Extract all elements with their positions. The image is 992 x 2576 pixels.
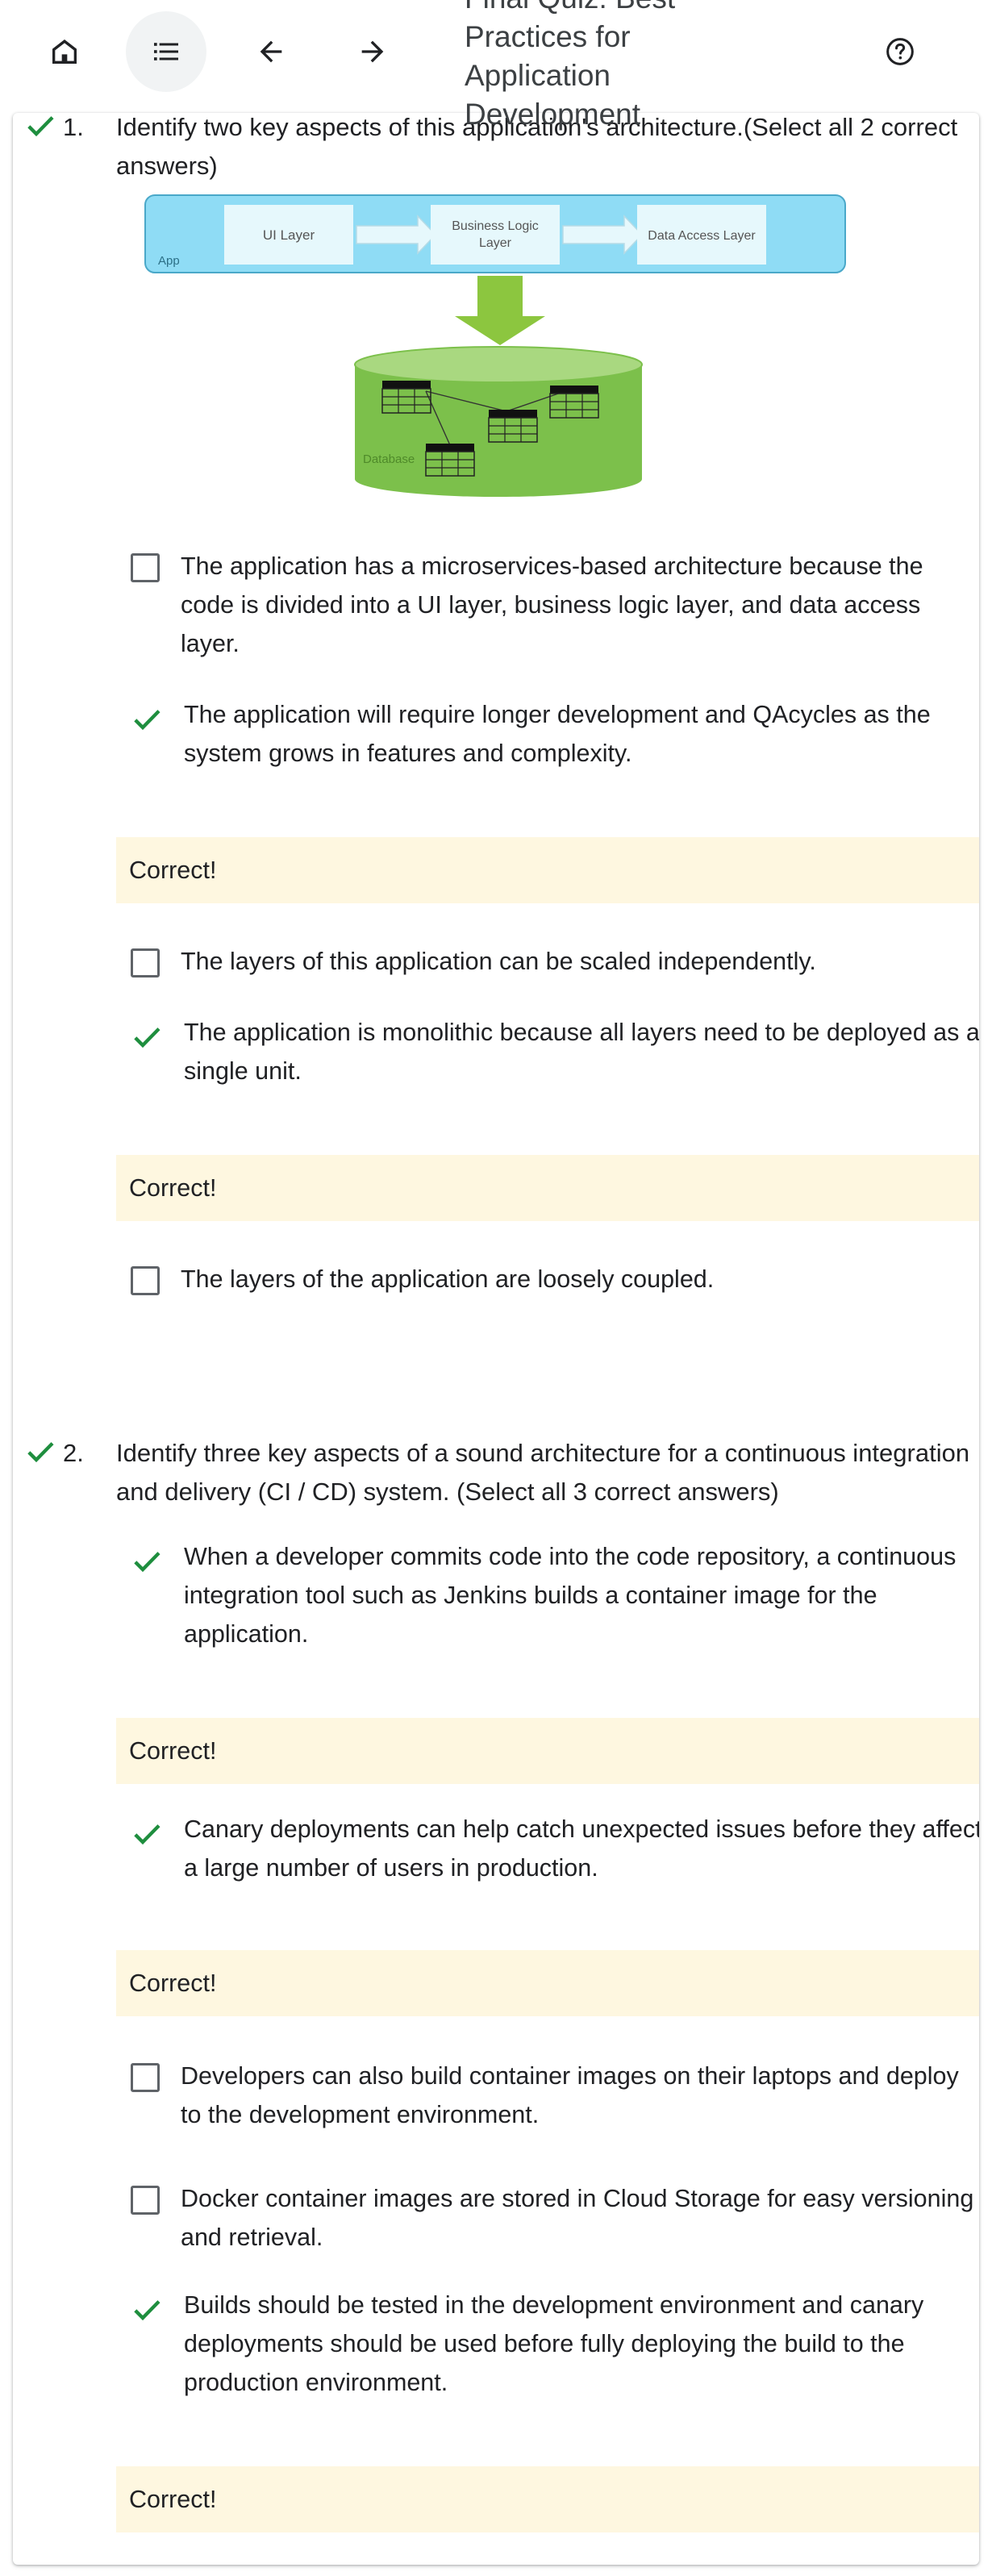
feedback-correct: Correct! (116, 1718, 979, 1784)
checkmark-icon[interactable] (131, 703, 163, 736)
ui-layer-label: UI Layer (263, 227, 315, 243)
page-title: Final Quiz: Best Practices for Applicati… (465, 0, 675, 131)
previous-button[interactable] (231, 11, 311, 92)
option-text: The layers of the application are loosel… (181, 1265, 715, 1293)
architecture-diagram: App UI Layer Business Logic Layer Data A… (144, 194, 846, 497)
app-label: App (158, 254, 180, 268)
checkmark-icon[interactable] (131, 1818, 163, 1850)
option-text: The layers of this application can be sc… (181, 948, 816, 975)
home-button[interactable] (24, 11, 105, 92)
feedback-correct: Correct! (116, 837, 979, 903)
checkbox[interactable] (131, 1266, 160, 1295)
question-correct-check-icon (27, 116, 54, 137)
option-text: Canary deployments can help catch unexpe… (184, 1815, 979, 1882)
quiz-card: 1. Identify two key aspects of this appl… (13, 113, 979, 2565)
arrow-forward-icon (361, 40, 384, 63)
option-text: The application will require longer deve… (184, 701, 931, 767)
help-button[interactable] (860, 11, 940, 92)
database-top (354, 346, 643, 383)
data-access-label: Data Access Layer (648, 229, 756, 243)
option-text: Builds should be tested in the developme… (184, 2291, 924, 2396)
checkbox[interactable] (131, 2063, 160, 2092)
checkbox[interactable] (131, 948, 160, 977)
list-icon (154, 43, 178, 60)
next-button[interactable] (332, 11, 413, 92)
feedback-correct: Correct! (116, 2466, 979, 2532)
checkmark-icon[interactable] (131, 1545, 163, 1578)
option-text: The application is monolithic because al… (184, 1019, 979, 1085)
checkbox[interactable] (131, 553, 160, 582)
question-number: 1. (63, 113, 84, 141)
option-text: Developers can also build container imag… (181, 2062, 959, 2128)
question-text: Identify three key aspects of a sound ar… (116, 1439, 970, 1506)
checkmark-icon[interactable] (131, 2294, 163, 2326)
option-text: The application has a microservices-base… (181, 552, 923, 657)
option-text: When a developer commits code into the c… (184, 1543, 957, 1648)
checkbox[interactable] (131, 2186, 160, 2215)
question-number: 2. (63, 1439, 84, 1467)
option-text: Docker container images are stored in Cl… (181, 2185, 974, 2251)
business-logic-label-2: Layer (479, 236, 512, 250)
arrow-back-icon (260, 40, 282, 63)
business-logic-box (431, 205, 560, 265)
feedback-correct: Correct! (116, 1155, 979, 1221)
feedback-correct: Correct! (116, 1950, 979, 2016)
outline-button[interactable] (126, 11, 206, 92)
top-bar: Final Quiz: Best Practices for Applicati… (0, 0, 992, 131)
business-logic-label-1: Business Logic (452, 219, 539, 233)
question-correct-check-icon (27, 1442, 54, 1463)
database-label: Database (363, 452, 415, 466)
checkmark-icon[interactable] (131, 1021, 163, 1053)
down-arrow-icon (455, 276, 545, 345)
home-icon (52, 40, 77, 64)
help-icon (886, 38, 914, 65)
